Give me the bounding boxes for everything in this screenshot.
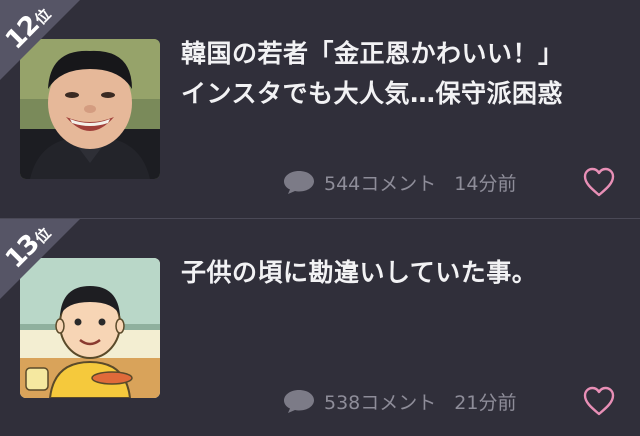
ranking-feed: 12位 韓国の若者「金正恩かわいい！」 インスタでも大人気…保守派困惑 544コ… (0, 0, 640, 436)
time-ago: 21分前 (454, 391, 517, 414)
speech-bubble-icon (284, 171, 314, 194)
speech-bubble-icon (284, 390, 314, 413)
comment-count: 544コメント (324, 172, 437, 195)
article-title[interactable]: 韓国の若者「金正恩かわいい！」 インスタでも大人気…保守派困惑 (181, 34, 601, 114)
comment-count: 538コメント (324, 391, 437, 414)
heart-outline-icon[interactable] (582, 166, 616, 198)
ranking-item[interactable]: 12位 韓国の若者「金正恩かわいい！」 インスタでも大人気…保守派困惑 544コ… (0, 0, 640, 218)
article-title[interactable]: 子供の頃に勘違いしていた事。 (181, 253, 601, 293)
article-meta: 538コメント 21分前 (282, 385, 516, 417)
ranking-item[interactable]: 13位 子供の頃に勘違いしていた事。 538コメント 21分前 (0, 219, 640, 436)
heart-outline-icon[interactable] (582, 385, 616, 417)
time-ago: 14分前 (454, 172, 517, 195)
article-meta: 544コメント 14分前 (282, 166, 516, 198)
